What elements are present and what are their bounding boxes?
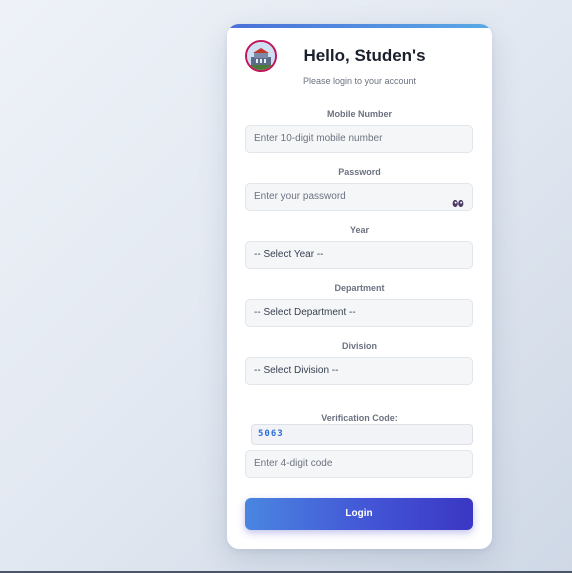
password-input[interactable]: Enter your password xyxy=(245,183,473,211)
login-button[interactable]: Login xyxy=(245,498,473,530)
page-subtitle: Please login to your account xyxy=(302,76,417,86)
verification-code-input[interactable]: Enter 4-digit code xyxy=(245,450,473,478)
year-label: Year xyxy=(349,225,370,235)
verification-code-display: 5063 xyxy=(251,424,473,445)
year-select[interactable]: -- Select Year -- xyxy=(245,241,473,269)
page-title: Hello, Studen's xyxy=(303,46,426,65)
verification-code-label: Verification Code: xyxy=(321,413,398,423)
verification-code-placeholder: Enter 4-digit code xyxy=(254,458,333,469)
department-label: Department xyxy=(334,283,385,293)
card-accent-bar xyxy=(227,24,492,28)
eye-icon[interactable] xyxy=(452,193,464,208)
mobile-number-placeholder: Enter 10-digit mobile number xyxy=(254,133,383,144)
division-select[interactable]: -- Select Division -- xyxy=(245,357,473,385)
password-label: Password xyxy=(338,167,381,177)
mobile-number-input[interactable]: Enter 10-digit mobile number xyxy=(245,125,473,153)
login-card: Hello, Studen's Please login to your acc… xyxy=(227,24,492,549)
mobile-number-label: Mobile Number xyxy=(326,109,392,119)
department-select[interactable]: -- Select Department -- xyxy=(245,299,473,327)
division-label: Division xyxy=(341,341,377,351)
password-placeholder: Enter your password xyxy=(254,191,346,202)
